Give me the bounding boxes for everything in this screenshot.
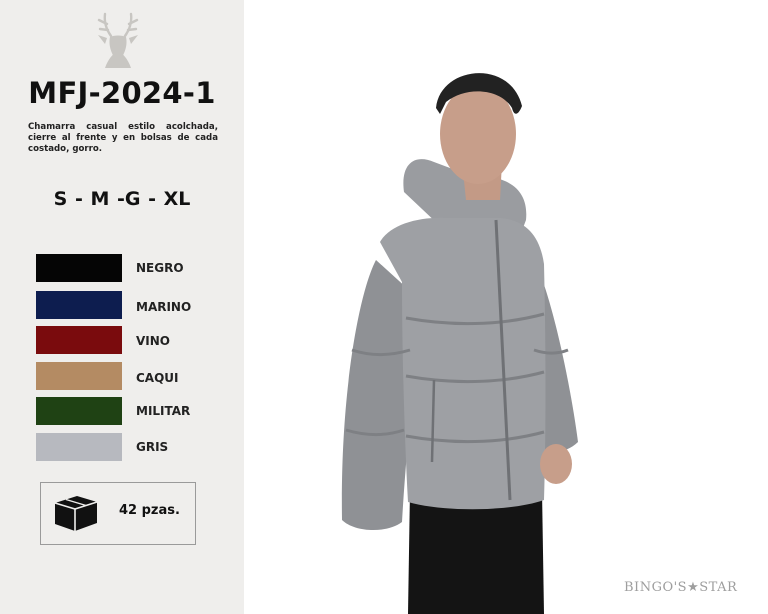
box-icon — [54, 496, 98, 531]
color-swatch-marino — [36, 291, 122, 319]
product-model: MFJ-2024-1 — [28, 76, 216, 110]
color-label-militar: MILITAR — [136, 404, 191, 418]
color-label-gris: GRIS — [136, 440, 169, 454]
color-label-negro: NEGRO — [136, 261, 184, 275]
brand-watermark: BINGO'S★STAR — [624, 580, 738, 595]
color-label-caqui: CAQUI — [136, 371, 179, 385]
product-photo — [341, 73, 578, 614]
size-list: S - M -G - XL — [53, 188, 191, 210]
pack-quantity: 42 pzas. — [119, 503, 180, 518]
color-swatch-gris — [36, 433, 122, 461]
pack-quantity-box: 42 pzas. — [40, 482, 196, 545]
product-info-panel: MFJ-2024-1 Chamarra casual estilo acolch… — [0, 0, 244, 614]
color-swatch-vino — [36, 326, 122, 354]
color-swatch-militar — [36, 397, 122, 425]
color-swatch-negro — [36, 254, 122, 282]
color-label-marino: MARINO — [136, 300, 192, 314]
product-description: Chamarra casual estilo acolchada, cierre… — [28, 122, 218, 154]
color-swatch-caqui — [36, 362, 122, 390]
color-label-vino: VINO — [136, 334, 170, 348]
deer-head-icon — [97, 12, 139, 68]
